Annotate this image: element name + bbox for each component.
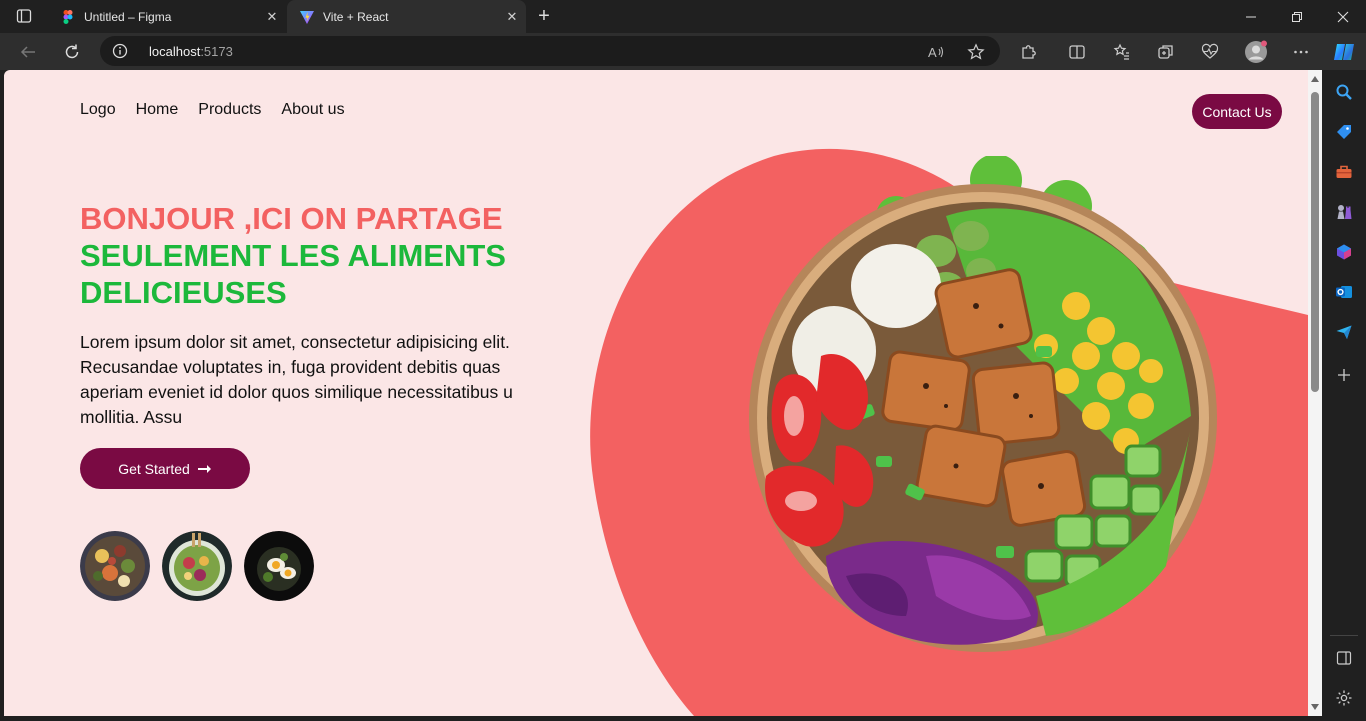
more-dots-icon — [1294, 50, 1308, 54]
headline-line-red: BONJOUR ,ICI ON PARTAGE — [80, 201, 503, 236]
copilot-button[interactable] — [1329, 37, 1359, 67]
url-text[interactable]: localhost:5173 — [149, 44, 233, 59]
favorites-list-icon — [1113, 43, 1129, 60]
hero-food-bowl-image — [746, 154, 1220, 656]
settings-more-button[interactable] — [1286, 37, 1316, 67]
thumbnail-food-3[interactable] — [244, 531, 314, 601]
page-viewport: Logo Home Products About us Contact Us B… — [4, 70, 1308, 716]
top-nav: Logo Home Products About us — [80, 101, 345, 119]
arrow-left-icon — [20, 46, 35, 58]
browser-essentials-button[interactable] — [1195, 37, 1225, 67]
collections-button[interactable] — [1151, 37, 1181, 67]
hero-description: Lorem ipsum dolor sit amet, consectetur … — [80, 332, 513, 427]
svg-text:A: A — [928, 45, 937, 60]
avatar-icon — [1245, 40, 1267, 63]
sidebar-settings-button[interactable] — [1334, 688, 1354, 708]
drop-sidebar-button[interactable] — [1334, 322, 1354, 342]
minimize-icon — [1246, 16, 1256, 17]
tab-actions-icon — [16, 9, 32, 23]
nav-item-about-us[interactable]: About us — [281, 101, 344, 119]
games-sidebar-button[interactable] — [1334, 202, 1354, 222]
close-tab-icon[interactable]: ✕ — [258, 3, 286, 31]
page-scrollbar[interactable] — [1308, 70, 1322, 716]
plus-icon — [1338, 369, 1350, 381]
minimize-button[interactable] — [1228, 0, 1274, 33]
close-window-button[interactable] — [1320, 0, 1366, 33]
tab-title: Untitled – Figma — [84, 9, 172, 24]
restore-button[interactable] — [1274, 0, 1320, 33]
toolbox-icon — [1336, 165, 1352, 178]
scroll-up-arrow-icon[interactable] — [1311, 76, 1319, 82]
add-sidebar-app-button[interactable] — [1334, 365, 1354, 385]
tab-actions-button[interactable] — [8, 4, 40, 28]
outlook-icon — [1336, 286, 1352, 298]
tab-title: Vite + React — [323, 9, 389, 24]
address-bar[interactable]: localhost:5173 A — [100, 36, 1000, 66]
split-screen-button[interactable] — [1062, 37, 1092, 67]
new-tab-button[interactable]: + — [530, 4, 558, 28]
url-port: :5173 — [200, 44, 233, 59]
hide-sidebar-button[interactable] — [1334, 648, 1354, 668]
browser-toolbar: localhost:5173 A — [0, 33, 1366, 70]
tab-strip: Untitled – Figma ✕ Vite + React ✕ + — [0, 0, 1366, 33]
profile-button[interactable] — [1241, 37, 1271, 67]
extensions-button[interactable] — [1014, 37, 1044, 67]
thumbnail-food-1[interactable] — [80, 531, 150, 601]
thumbnail-food-2[interactable] — [162, 531, 232, 601]
nav-item-home[interactable]: Home — [136, 101, 179, 119]
headline-line-green-1: SEULEMENT LES ALIMENTS — [80, 238, 506, 273]
tab-figma[interactable]: Untitled – Figma ✕ — [48, 0, 286, 33]
shopping-tag-icon — [1337, 125, 1351, 139]
contact-us-button[interactable]: Contact Us — [1192, 94, 1282, 129]
m365-icon — [1337, 244, 1351, 260]
search-icon — [1336, 84, 1352, 100]
chess-pieces-icon — [1337, 205, 1352, 219]
figma-icon — [63, 9, 73, 24]
gear-icon — [1336, 690, 1352, 706]
edge-sidebar — [1322, 70, 1366, 721]
tools-sidebar-button[interactable] — [1334, 162, 1354, 182]
close-icon — [1337, 11, 1349, 22]
sidebar-divider — [1330, 635, 1358, 636]
get-started-label: Get Started — [118, 460, 190, 477]
search-sidebar-button[interactable] — [1334, 82, 1354, 102]
reload-button[interactable] — [57, 37, 87, 67]
nav-item-products[interactable]: Products — [198, 101, 261, 119]
split-screen-icon — [1069, 45, 1085, 59]
puzzle-icon — [1022, 45, 1036, 59]
paper-plane-icon — [1336, 325, 1352, 339]
close-tab-icon[interactable]: ✕ — [498, 3, 526, 31]
scrollbar-thumb[interactable] — [1311, 92, 1319, 392]
restore-icon — [1292, 11, 1302, 22]
url-host: localhost — [149, 44, 201, 59]
sidebar-panel-icon — [1336, 651, 1352, 665]
collections-icon — [1158, 45, 1173, 59]
arrow-right-icon — [197, 464, 211, 473]
outlook-sidebar-button[interactable] — [1334, 282, 1354, 302]
tab-vite-react[interactable]: Vite + React ✕ — [287, 0, 526, 33]
heart-pulse-icon — [1201, 43, 1219, 59]
read-aloud-icon[interactable]: A — [926, 42, 946, 62]
logo[interactable]: Logo — [80, 101, 116, 119]
favorites-button[interactable] — [1107, 37, 1137, 67]
site-info-icon[interactable] — [112, 43, 128, 59]
copilot-icon — [1334, 44, 1354, 60]
reload-icon — [65, 44, 79, 59]
vite-icon — [300, 10, 314, 24]
hero-headline: BONJOUR ,ICI ON PARTAGE SEULEMENT LES AL… — [80, 200, 560, 311]
scroll-down-arrow-icon[interactable] — [1311, 704, 1319, 710]
back-button[interactable] — [13, 37, 43, 67]
shopping-sidebar-button[interactable] — [1334, 122, 1354, 142]
get-started-button[interactable]: Get Started — [80, 448, 250, 489]
headline-line-green-2: DELICIEUSES — [80, 275, 287, 310]
microsoft365-sidebar-button[interactable] — [1334, 242, 1354, 262]
favorite-star-icon[interactable] — [966, 42, 986, 62]
